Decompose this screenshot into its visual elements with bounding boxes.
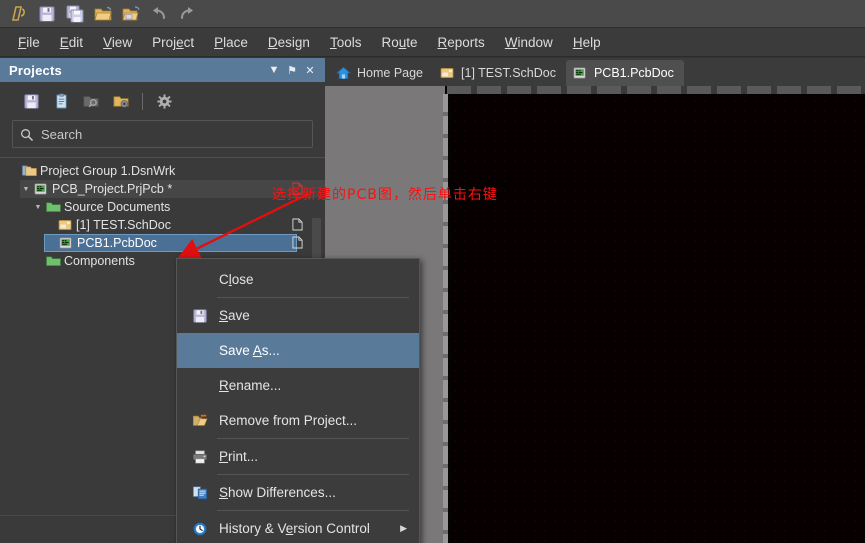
context-menu: Close Save Save As... Rename... Remove from … bbox=[176, 258, 420, 543]
submenu-chevron-icon: ▶ bbox=[400, 523, 407, 533]
history-clock-icon bbox=[185, 518, 215, 540]
menu-item-file[interactable]: File bbox=[8, 32, 50, 53]
menu-item-edit[interactable]: Edit bbox=[50, 32, 93, 53]
no-icon bbox=[185, 375, 215, 397]
menu-item-history-version-control[interactable]: History & Version Control ▶ bbox=[177, 511, 419, 543]
menu-item-save[interactable]: Save bbox=[177, 298, 419, 333]
tree-item-pcb1-pcbdoc[interactable]: PCB1.PcbDoc bbox=[44, 234, 297, 252]
tab-label: [1] TEST.SchDoc bbox=[461, 66, 556, 80]
canvas-vertical-scrollbar[interactable] bbox=[443, 94, 448, 543]
menu-item-reports[interactable]: Reports bbox=[428, 32, 495, 53]
tree-item-label: Components bbox=[64, 254, 135, 268]
tree-item-label: PCB_Project.PrjPcb * bbox=[52, 182, 173, 196]
menu-item-place[interactable]: Place bbox=[204, 32, 258, 53]
panel-pin-icon[interactable]: ⚑ bbox=[283, 61, 301, 79]
projects-panel-header: Projects ▼ ⚑ ✕ bbox=[0, 58, 325, 82]
menu-item-label: Show Differences... bbox=[219, 485, 336, 500]
panel-compile-icon[interactable] bbox=[46, 88, 76, 114]
panel-folder-search-icon[interactable] bbox=[76, 88, 106, 114]
menu-item-close[interactable]: Close bbox=[177, 262, 419, 297]
tree-expander-icon[interactable]: ▼ bbox=[32, 204, 44, 211]
workspace-icon bbox=[20, 164, 38, 178]
pcb-grid bbox=[450, 86, 865, 543]
tree-item-label: [1] TEST.SchDoc bbox=[76, 218, 171, 232]
tab-label: Home Page bbox=[357, 66, 424, 80]
tree-item-1-test-schdoc[interactable]: [1] TEST.SchDoc bbox=[44, 216, 325, 234]
menu-bar: File Edit View Project Place Design Tools Route… bbox=[0, 28, 865, 57]
search-box[interactable] bbox=[12, 120, 313, 148]
menu-item-view[interactable]: View bbox=[93, 32, 142, 53]
document-tab-bar: Home Page [1] TEST.SchDoc PCB1.PcbDoc bbox=[325, 58, 865, 86]
tree-item-label: PCB1.PcbDoc bbox=[77, 236, 157, 250]
menu-item-window[interactable]: Window bbox=[495, 32, 563, 53]
menu-item-project[interactable]: Project bbox=[142, 32, 204, 53]
panel-close-icon[interactable]: ✕ bbox=[301, 61, 319, 79]
folder-icon bbox=[44, 254, 62, 268]
show-differences-icon bbox=[185, 482, 215, 504]
menu-item-rename[interactable]: Rename... bbox=[177, 368, 419, 403]
tab-home-page[interactable]: Home Page bbox=[329, 60, 433, 86]
save-icon bbox=[185, 305, 215, 327]
menu-item-label: Remove from Project... bbox=[219, 413, 358, 428]
menu-item-save-as[interactable]: Save As... bbox=[177, 333, 419, 368]
folder-icon bbox=[44, 200, 62, 214]
no-icon bbox=[185, 269, 215, 291]
tree-item-source-documents[interactable]: ▼ Source Documents bbox=[32, 198, 325, 216]
undo-icon[interactable] bbox=[146, 2, 172, 26]
panel-settings-gear-icon[interactable] bbox=[149, 88, 179, 114]
menu-item-help[interactable]: Help bbox=[563, 32, 611, 53]
save-all-icon[interactable] bbox=[62, 2, 88, 26]
menu-item-label: Rename... bbox=[219, 378, 282, 393]
canvas-horizontal-scrollbar[interactable] bbox=[447, 86, 865, 94]
menu-item-label: Save bbox=[219, 308, 250, 323]
panel-dropdown-icon[interactable]: ▼ bbox=[265, 61, 283, 79]
projects-panel-toolbar bbox=[0, 82, 325, 120]
main-toolbar bbox=[0, 0, 865, 28]
save-icon[interactable] bbox=[34, 2, 60, 26]
sch-icon bbox=[440, 66, 455, 80]
menu-item-label: Close bbox=[219, 272, 254, 287]
open-project-icon[interactable] bbox=[118, 2, 144, 26]
menu-item-remove-from-project[interactable]: Remove from Project... bbox=[177, 403, 419, 438]
project-icon bbox=[32, 182, 50, 196]
panel-toolbar-separator bbox=[142, 92, 143, 110]
panel-folder-options-icon[interactable] bbox=[106, 88, 136, 114]
search-icon bbox=[21, 128, 33, 141]
tree-item-label: Source Documents bbox=[64, 200, 171, 214]
panel-save-icon[interactable] bbox=[16, 88, 46, 114]
home-icon bbox=[336, 66, 351, 80]
projects-panel-title: Projects bbox=[9, 62, 62, 78]
altium-designer-window: File Edit View Project Place Design Tools Route… bbox=[0, 0, 865, 543]
menu-item-tools[interactable]: Tools bbox=[320, 32, 372, 53]
menu-item-design[interactable]: Design bbox=[258, 32, 320, 53]
tree-item-pcb-project-prjpcb[interactable]: ▼ PCB_Project.PrjPcb * bbox=[20, 180, 325, 198]
sch-icon bbox=[56, 218, 74, 232]
tab-pcb1-pcbdoc[interactable]: PCB1.PcbDoc bbox=[565, 60, 684, 86]
pcb-icon bbox=[573, 66, 588, 80]
search-input[interactable] bbox=[39, 125, 305, 143]
tree-item-project-group-1-dsnwrk[interactable]: Project Group 1.DsnWrk bbox=[8, 162, 325, 180]
tab-1-test-schdoc[interactable]: [1] TEST.SchDoc bbox=[433, 60, 566, 86]
menu-item-route[interactable]: Route bbox=[371, 32, 427, 53]
no-icon bbox=[185, 340, 215, 362]
menu-item-show-differences[interactable]: Show Differences... bbox=[177, 475, 419, 510]
menu-item-label: Save As... bbox=[219, 343, 280, 358]
tab-label: PCB1.PcbDoc bbox=[593, 66, 674, 80]
tree-expander-icon[interactable]: ▼ bbox=[20, 186, 32, 193]
altium-logo-icon[interactable] bbox=[6, 2, 32, 26]
tree-item-label: Project Group 1.DsnWrk bbox=[40, 164, 176, 178]
remove-from-project-icon bbox=[185, 410, 215, 432]
menu-item-label: History & Version Control bbox=[219, 521, 370, 536]
menu-item-print[interactable]: Print... bbox=[177, 439, 419, 474]
print-icon bbox=[185, 446, 215, 468]
redo-icon[interactable] bbox=[174, 2, 200, 26]
open-folder-icon[interactable] bbox=[90, 2, 116, 26]
menu-item-label: Print... bbox=[219, 449, 259, 464]
pcb-icon bbox=[57, 236, 75, 250]
